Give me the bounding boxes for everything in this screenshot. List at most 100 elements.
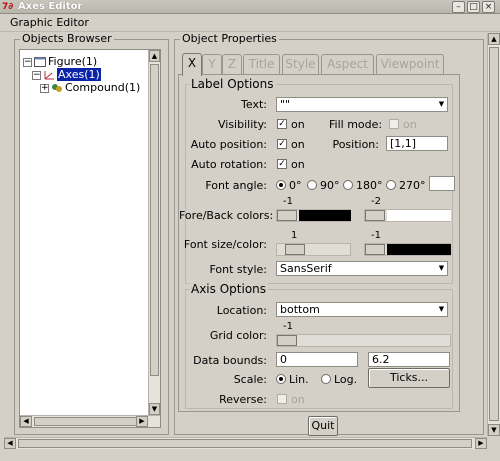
scroll-thumb[interactable] [18,439,472,448]
tree-node-figure[interactable]: − Figure(1) [23,55,97,68]
location-combo[interactable]: bottom ▼ [276,302,448,317]
visibility-label: Visibility: [217,118,267,131]
auto-rotation-on-label: on [291,158,305,171]
slider-knob[interactable] [277,335,297,346]
scale-lin-radio[interactable] [276,374,286,384]
ticks-button[interactable]: Ticks... [368,368,450,388]
collapse-icon[interactable]: − [32,70,41,80]
collapse-icon[interactable]: − [23,57,32,67]
dropdown-arrow-icon[interactable]: ▼ [437,304,446,315]
scroll-up-icon[interactable]: ▲ [488,33,500,45]
scroll-up-icon[interactable]: ▲ [149,50,160,62]
scilab-icon: 7∂ [2,2,14,12]
scroll-left-icon[interactable]: ◀ [20,416,32,427]
fill-mode-on-label: on [403,118,417,131]
tab-style[interactable]: Style [282,54,319,75]
font-angle-0-radio[interactable] [276,180,286,190]
menu-bar: Graphic Editor [0,14,500,32]
slider-knob[interactable] [365,244,385,255]
scroll-down-icon[interactable]: ▼ [488,424,500,436]
tab-viewpoint[interactable]: Viewpoint [376,54,444,75]
scroll-right-icon[interactable]: ▶ [136,416,148,427]
tree-vertical-scrollbar[interactable]: ▲ ▼ [148,50,160,427]
scale-label: Scale: [233,373,267,386]
back-color-slider[interactable]: -2 [364,196,451,222]
tree-node-compound[interactable]: + Compound(1) [40,81,140,94]
font-angle-label: Font angle: [205,179,267,192]
data-bounds-min-input[interactable]: 0 [276,352,358,367]
font-style-combo[interactable]: SansSerif ▼ [276,261,448,276]
objects-browser-title: Objects Browser [20,32,114,45]
close-icon[interactable]: × [482,1,495,13]
grid-color-label: Grid color: [209,329,267,342]
slider-knob[interactable] [365,210,385,221]
fore-color-slider[interactable]: -1 [276,196,351,222]
object-tree[interactable]: − Figure(1) − Axes(1) + Compound(1) ▲ ▼ ◀ ▶ [19,49,161,428]
data-bounds-max-input[interactable]: 6.2 [368,352,450,367]
quit-button[interactable]: Quit [308,416,338,436]
font-style-label: Font style: [209,263,267,276]
scroll-thumb[interactable] [150,64,159,376]
tab-z[interactable]: Z [222,54,242,75]
fill-mode-label: Fill mode: [329,118,383,131]
grid-color-slider[interactable]: -1 [276,321,451,347]
tab-aspect[interactable]: Aspect [321,54,374,75]
expand-icon[interactable]: + [40,83,49,93]
font-angle-90-label: 90° [320,179,340,192]
font-color-slider[interactable]: -1 [364,230,451,256]
auto-position-checkbox[interactable]: ✓ [277,139,287,149]
font-angle-input[interactable] [429,176,455,191]
visibility-checkbox[interactable]: ✓ [277,119,287,129]
axis-options-title: Axis Options [189,282,269,296]
font-size-slider[interactable]: 1 [276,230,351,256]
menu-graphic-editor[interactable]: Graphic Editor [10,16,89,30]
scroll-right-icon[interactable]: ▶ [475,438,487,449]
tree-node-label: Compound(1) [65,81,141,94]
figure-icon [34,57,46,67]
reverse-checkbox[interactable] [277,394,287,404]
font-angle-0-label: 0° [289,179,302,192]
tab-x[interactable]: X [182,53,202,76]
scale-log-radio[interactable] [321,374,331,384]
tree-horizontal-scrollbar[interactable]: ◀ ▶ [20,415,160,427]
font-angle-180-label: 180° [356,179,383,192]
slider-knob[interactable] [277,210,297,221]
font-angle-180-radio[interactable] [343,180,353,190]
location-value: bottom [280,303,320,316]
fore-color-swatch [299,210,351,221]
back-color-swatch [387,210,451,221]
tree-node-axes[interactable]: − Axes(1) [32,68,101,81]
dropdown-arrow-icon[interactable]: ▼ [437,263,446,274]
dropdown-arrow-icon[interactable]: ▼ [437,99,446,110]
auto-position-label: Auto position: [190,138,267,151]
window-horizontal-scrollbar[interactable]: ◀ ▶ [4,437,487,449]
tab-y[interactable]: Y [202,54,222,75]
scroll-thumb[interactable] [34,417,144,426]
font-size-value: 1 [291,230,298,241]
properties-vertical-scrollbar[interactable]: ▲ ▼ [487,33,500,436]
scroll-left-icon[interactable]: ◀ [4,438,16,449]
fore-back-colors-label: Fore/Back colors: [179,209,274,222]
reverse-label: Reverse: [219,393,267,406]
axes-editor-window: 7∂ Axes Editor – □ × Graphic Editor Obje… [0,0,500,461]
label-options-title: Label Options [189,77,276,91]
auto-rotation-checkbox[interactable]: ✓ [277,159,287,169]
font-angle-270-radio[interactable] [386,180,396,190]
font-angle-90-radio[interactable] [307,180,317,190]
maximize-icon[interactable]: □ [467,1,480,13]
text-combo[interactable]: "" ▼ [276,97,448,112]
tree-node-label: Axes(1) [57,68,101,81]
scroll-thumb[interactable] [489,47,499,421]
location-label: Location: [216,304,267,317]
tab-title[interactable]: Title [243,54,280,75]
fill-mode-checkbox[interactable] [389,119,399,129]
reverse-on-label: on [291,393,305,406]
auto-position-on-label: on [291,138,305,151]
scroll-down-icon[interactable]: ▼ [149,403,160,415]
title-bar: 7∂ Axes Editor – □ × [0,0,500,14]
compound-icon [51,83,63,93]
minimize-icon[interactable]: – [452,1,465,13]
slider-knob[interactable] [285,244,305,255]
position-input[interactable]: [1,1] [386,136,448,151]
back-color-value: -2 [371,196,381,207]
